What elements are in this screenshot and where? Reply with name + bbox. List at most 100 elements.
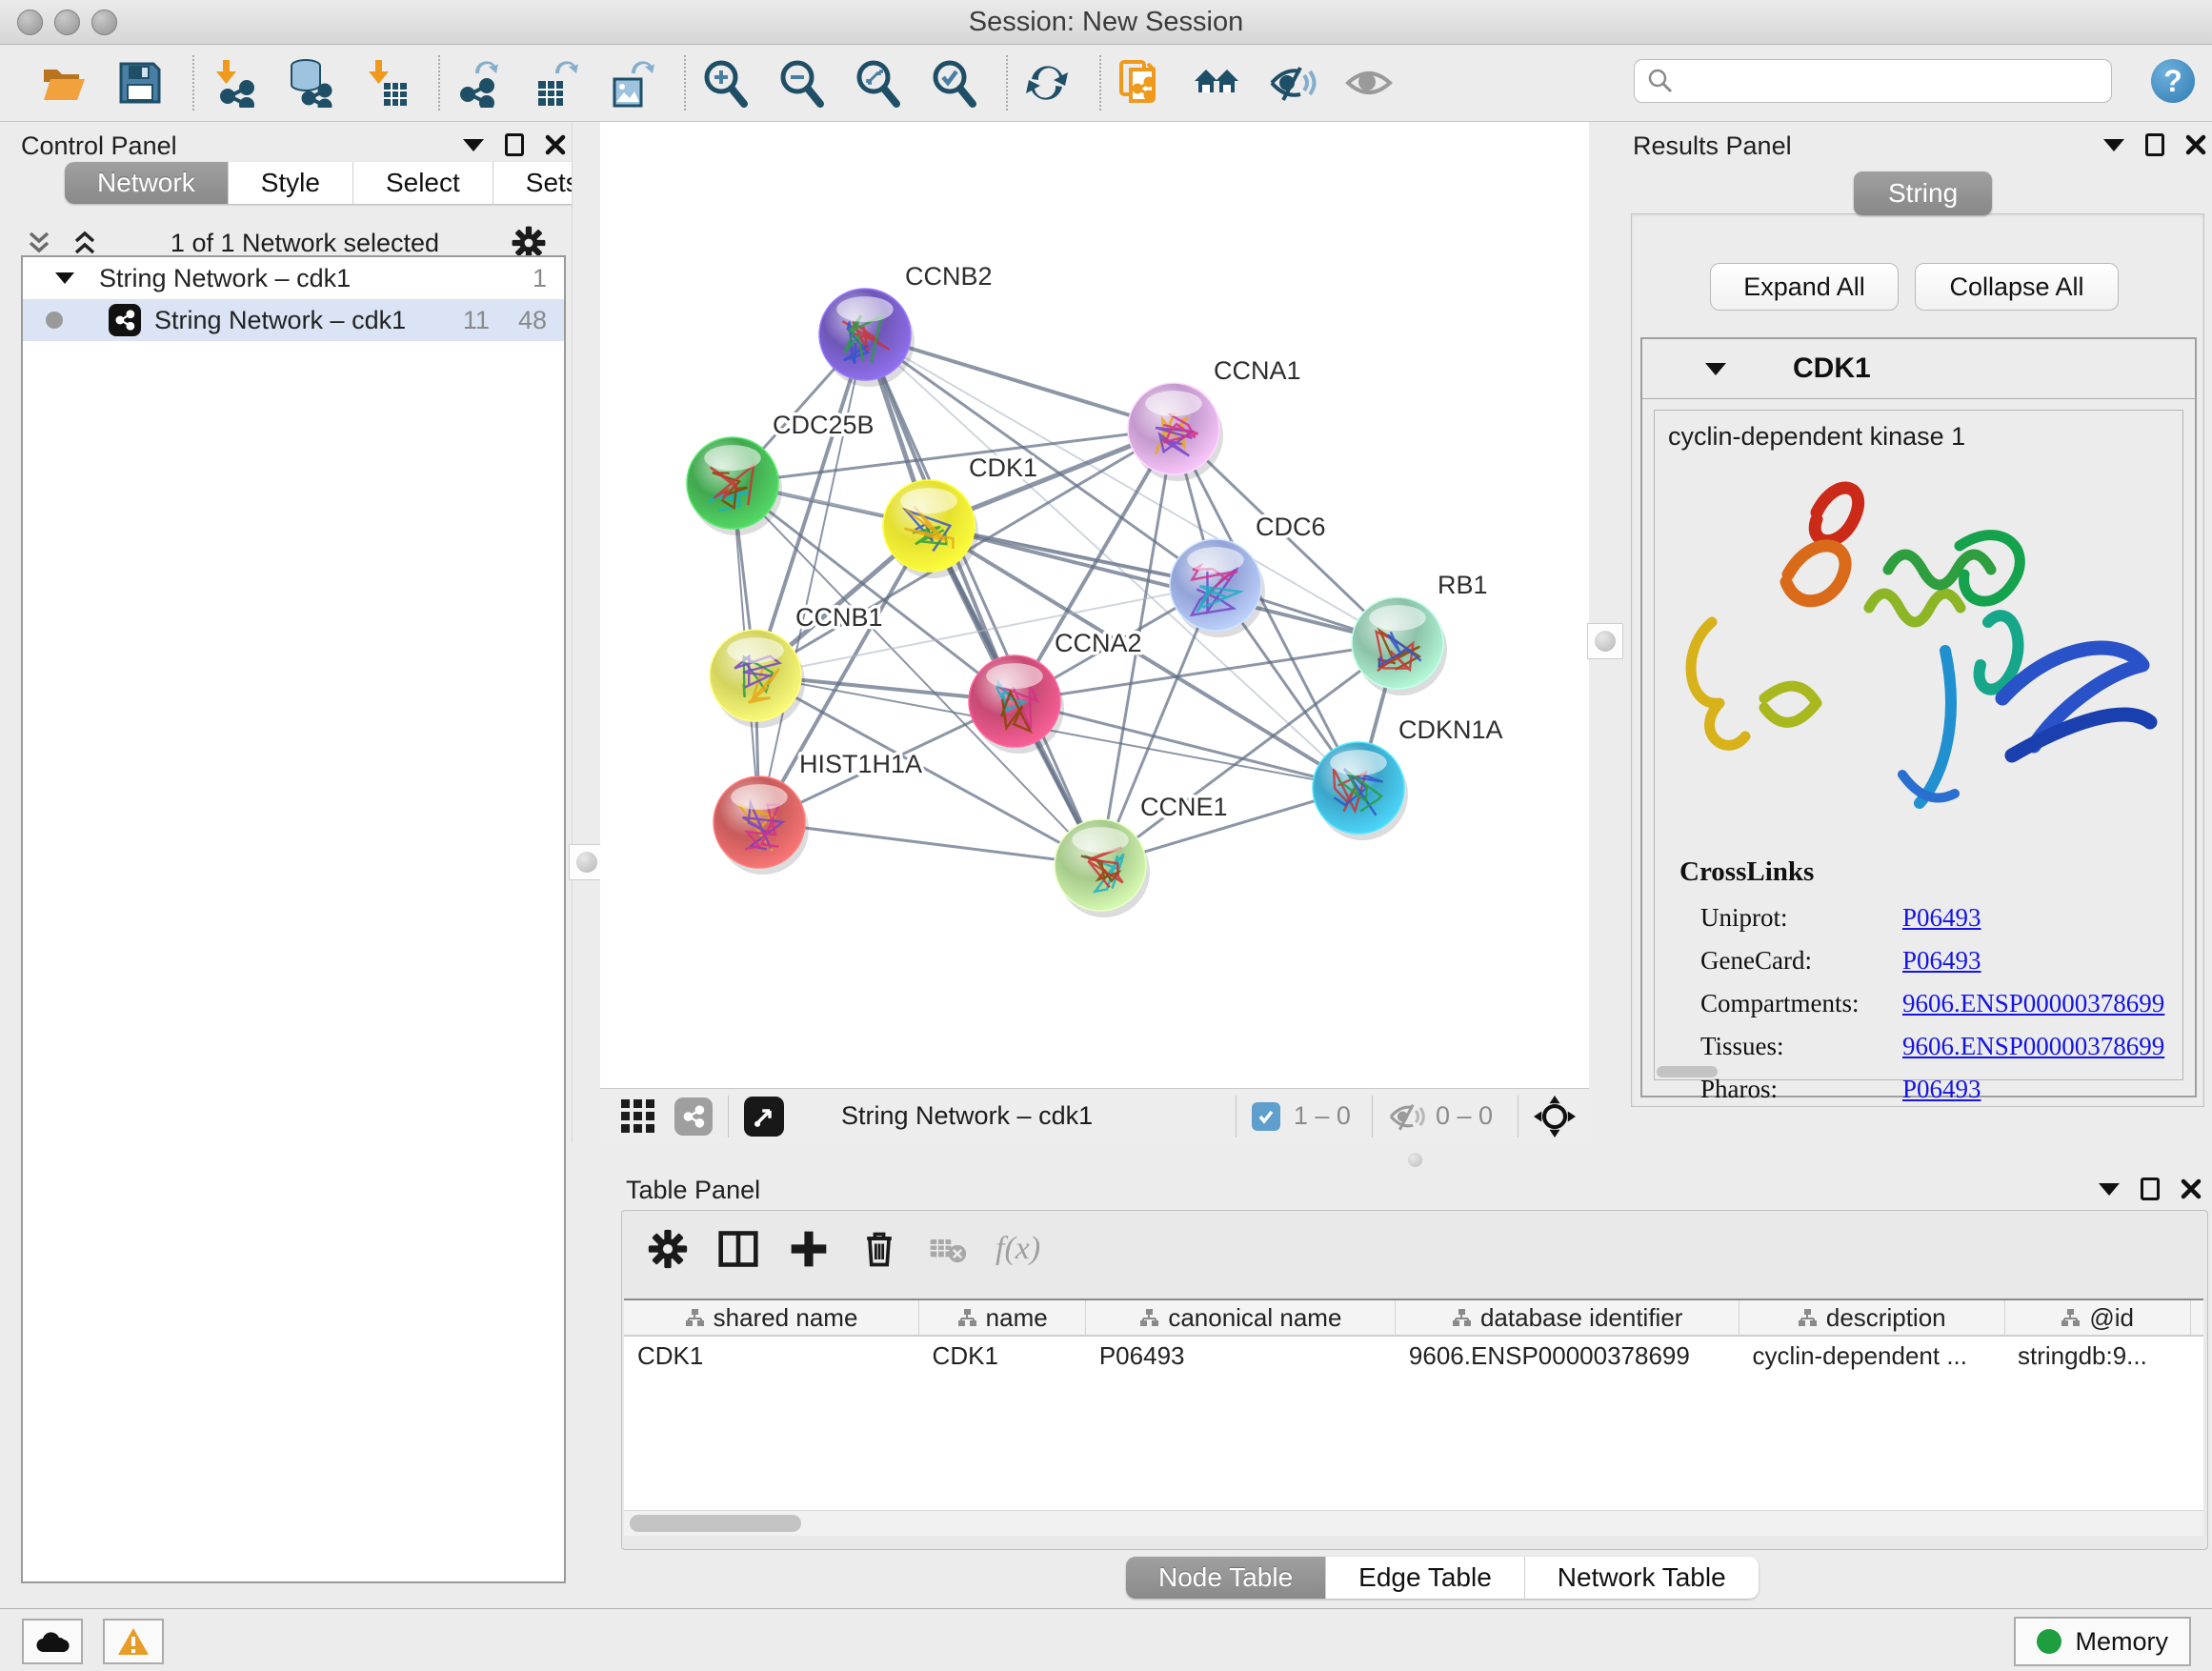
show-all-button[interactable] (1343, 57, 1395, 109)
show-columns-icon[interactable] (717, 1228, 759, 1270)
open-session-button[interactable] (38, 57, 90, 109)
network-collection-row[interactable]: String Network – cdk1 1 (23, 257, 564, 299)
panel-close-icon[interactable] (2181, 1178, 2202, 1199)
network-node-CDK1[interactable]: CDK1 (883, 453, 1037, 578)
table-row[interactable]: CDK1 CDK1 P06493 9606.ENSP00000378699 cy… (624, 1336, 2203, 1375)
panel-float-icon[interactable] (2141, 1178, 2160, 1200)
warnings-button[interactable] (103, 1619, 164, 1664)
compartments-link[interactable]: 9606.ENSP00000378699 (1902, 989, 2164, 1018)
network-canvas[interactable]: CCNB2CCNA1CDC25BCDK1CDC6RB1CCNB1CCNA2CDK… (600, 122, 1589, 1088)
network-node-CCNA1[interactable]: CCNA1 (1128, 356, 1301, 481)
column-header-database-identifier[interactable]: database identifier (1396, 1299, 1739, 1336)
node-label-CCNB2: CCNB2 (905, 262, 993, 291)
tab-network[interactable]: Network (65, 162, 229, 204)
export-table-button[interactable] (530, 57, 581, 109)
cell-shared-name[interactable]: CDK1 (624, 1336, 919, 1375)
hide-selected-button[interactable] (1267, 57, 1318, 109)
add-column-icon[interactable] (788, 1228, 830, 1270)
column-header-description[interactable]: description (1739, 1299, 2004, 1336)
import-network-database-button[interactable] (284, 57, 335, 109)
edge-CCNB2-CCNE1[interactable] (865, 334, 1100, 865)
grid-view-icon[interactable] (619, 1097, 657, 1136)
panel-close-icon[interactable] (2185, 134, 2206, 155)
tab-select[interactable]: Select (353, 162, 493, 204)
locate-crosshair-button[interactable] (1534, 1096, 1576, 1137)
search-input[interactable] (1684, 66, 2101, 97)
tab-node-table[interactable]: Node Table (1126, 1557, 1326, 1599)
tab-network-table[interactable]: Network Table (1525, 1557, 1759, 1599)
edge-CDK1-RB1[interactable] (929, 526, 1398, 643)
memory-button[interactable]: Memory (2014, 1617, 2191, 1666)
column-header-shared-name[interactable]: shared name (624, 1299, 919, 1336)
zoom-fit-button[interactable] (852, 57, 903, 109)
zoom-selected-button[interactable] (928, 57, 979, 109)
network-node-CCNE1[interactable]: CCNE1 (1055, 793, 1228, 917)
cell-description[interactable]: cyclin-dependent ... (1739, 1336, 2004, 1375)
first-neighbors-button[interactable] (1191, 57, 1242, 109)
panel-menu-icon[interactable] (463, 139, 484, 151)
tab-string[interactable]: String (1854, 171, 1992, 215)
help-button[interactable]: ? (2151, 59, 2195, 103)
network-node-CDKN1A[interactable]: CDKN1A (1313, 715, 1503, 840)
uniprot-link[interactable]: P06493 (1902, 903, 1981, 933)
column-header-canonical-name[interactable]: canonical name (1086, 1299, 1396, 1336)
panel-float-icon[interactable] (2145, 133, 2164, 156)
entry-hscroll-thumb[interactable] (1657, 1066, 1718, 1077)
collection-disclosure-icon[interactable] (55, 272, 74, 284)
table-hscroll-thumb[interactable] (630, 1515, 801, 1532)
right-splitter-handle[interactable] (1587, 623, 1623, 659)
collapse-all-button[interactable]: Collapse All (1915, 263, 2119, 311)
panel-close-icon[interactable] (545, 134, 566, 155)
right-splitter[interactable] (1589, 122, 1619, 1143)
string-network-graph[interactable]: CCNB2CCNA1CDC25BCDK1CDC6RB1CCNB1CCNA2CDK… (600, 122, 1589, 1088)
left-splitter[interactable] (572, 122, 601, 1143)
column-header-namespace[interactable]: namespace (2190, 1299, 2203, 1336)
table-options-gear-icon[interactable] (647, 1228, 689, 1270)
column-header-id[interactable]: @id (2004, 1299, 2190, 1336)
network-node-CDC25B[interactable]: CDC25B (687, 411, 875, 535)
genecard-link[interactable]: P06493 (1902, 946, 1981, 976)
birds-eye-view-button[interactable] (744, 1097, 784, 1137)
expand-all-button[interactable]: Expand All (1710, 263, 1899, 311)
pharos-link[interactable]: P06493 (1902, 1075, 1981, 1104)
table-hscrollbar[interactable] (624, 1510, 2203, 1536)
expand-all-icon[interactable] (70, 229, 99, 257)
column-header-name[interactable]: name (919, 1299, 1086, 1336)
export-image-button[interactable] (606, 57, 657, 109)
refresh-button[interactable] (1021, 57, 1073, 109)
export-table-icon (531, 58, 580, 108)
delete-column-icon[interactable] (858, 1228, 900, 1270)
collapse-all-icon[interactable] (25, 229, 53, 257)
cloud-status-button[interactable] (22, 1619, 83, 1664)
cell-name[interactable]: CDK1 (919, 1336, 1086, 1375)
selected-checkbox-icon[interactable] (1252, 1102, 1280, 1131)
tissues-link[interactable]: 9606.ENSP00000378699 (1902, 1032, 2164, 1061)
import-network-file-button[interactable] (208, 57, 259, 109)
network-node-CCNA2[interactable]: CCNA2 (969, 629, 1142, 754)
cell-id[interactable]: stringdb:9... (2004, 1336, 2190, 1375)
entry-disclosure-icon[interactable] (1705, 363, 1726, 375)
zoom-out-button[interactable] (775, 57, 827, 109)
zoom-in-button[interactable] (699, 57, 751, 109)
cell-database-identifier[interactable]: 9606.ENSP00000378699 (1396, 1336, 1739, 1375)
panel-float-icon[interactable] (505, 133, 524, 156)
panel-menu-icon[interactable] (2103, 139, 2124, 151)
cell-canonical-name[interactable]: P06493 (1086, 1336, 1396, 1375)
import-table-button[interactable] (360, 57, 412, 109)
tab-edge-table[interactable]: Edge Table (1326, 1557, 1525, 1599)
network-node-CCNB1[interactable]: CCNB1 (710, 603, 883, 728)
cell-namespace[interactable]: stringdb (2190, 1336, 2203, 1375)
network-node-HIST1H1A[interactable]: HIST1H1A (714, 750, 922, 875)
network-from-selection-button[interactable] (1115, 57, 1166, 109)
network-row[interactable]: String Network – cdk1 11 48 (23, 299, 564, 341)
network-node-CCNB2[interactable]: CCNB2 (819, 262, 993, 387)
save-session-button[interactable] (114, 57, 166, 109)
edge-HIST1H1A-CCNE1[interactable] (759, 822, 1100, 865)
tab-style[interactable]: Style (229, 162, 353, 204)
network-view-mode-icon[interactable] (674, 1097, 713, 1136)
panel-menu-icon[interactable] (2099, 1183, 2120, 1196)
horizontal-splitter-handle[interactable] (1408, 1153, 1422, 1167)
entry-header[interactable]: CDK1 (1642, 339, 2195, 399)
export-network-button[interactable] (453, 57, 505, 109)
network-node-RB1[interactable]: RB1 (1352, 571, 1488, 695)
